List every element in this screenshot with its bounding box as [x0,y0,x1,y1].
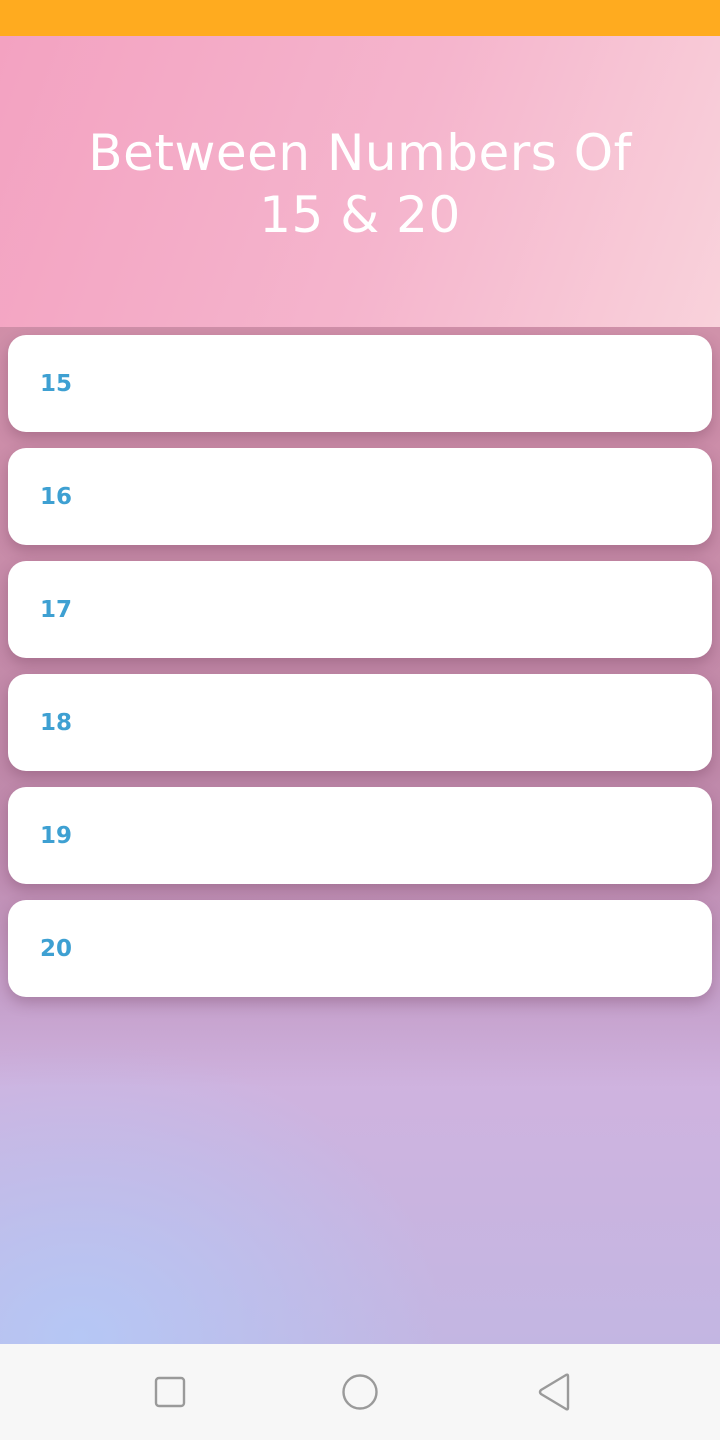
list-item-label: 19 [40,822,73,849]
home-icon [342,1374,378,1410]
list-item[interactable]: 20 [8,900,712,997]
recents-button[interactable] [150,1372,190,1412]
recents-icon [154,1376,186,1408]
header: Between Numbers Of 15 & 20 [0,36,720,327]
title-line-1: Between Numbers Of [88,124,632,182]
list-item[interactable]: 19 [8,787,712,884]
list-item-label: 18 [40,709,73,736]
title-line-2: 15 & 20 [259,186,461,244]
list-item[interactable]: 16 [8,448,712,545]
number-list: 15 16 17 18 19 20 [8,335,712,1013]
app-screen: Between Numbers Of 15 & 20 15 16 17 18 1… [0,36,720,1344]
list-item[interactable]: 17 [8,561,712,658]
back-button[interactable] [534,1372,574,1412]
list-item[interactable]: 15 [8,335,712,432]
list-item[interactable]: 18 [8,674,712,771]
list-item-label: 15 [40,370,73,397]
back-icon [538,1373,570,1411]
list-item-label: 17 [40,596,73,623]
navigation-bar [0,1344,720,1440]
page-title: Between Numbers Of 15 & 20 [60,122,660,246]
status-bar [0,0,720,36]
list-item-label: 20 [40,935,73,962]
list-item-label: 16 [40,483,73,510]
home-button[interactable] [340,1372,380,1412]
